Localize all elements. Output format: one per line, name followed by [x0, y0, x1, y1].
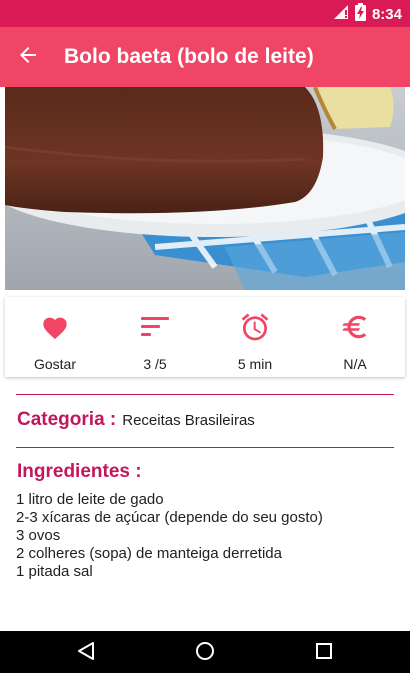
category-heading: Categoria :: [17, 409, 117, 430]
alarm-icon: [239, 311, 271, 343]
list-item: 2 colheres (sopa) de manteiga derretida: [16, 545, 282, 562]
time-stat: 5 min: [205, 297, 305, 377]
list-item: 1 pitada sal: [16, 563, 93, 580]
nav-home-button[interactable]: [191, 639, 219, 667]
arrow-back-icon: [18, 45, 38, 70]
difficulty-stat: 3 /5: [105, 297, 205, 377]
difficulty-label: 3 /5: [143, 356, 167, 372]
system-nav-bar: [0, 631, 410, 673]
divider: [16, 447, 394, 448]
like-label: Gostar: [33, 356, 76, 372]
category-value: Receitas Brasileiras: [122, 412, 255, 429]
app-bar: Bolo baeta (bolo de leite): [0, 27, 410, 87]
status-icons: 8:34: [333, 2, 402, 26]
home-circle-icon: [195, 641, 215, 666]
recipe-stats-card: Gostar 3 /5 5 min N/A: [5, 297, 405, 377]
recents-square-icon: [315, 642, 333, 665]
category-row: Categoria : Receitas Brasileiras: [17, 409, 255, 431]
back-triangle-icon: [76, 641, 96, 666]
sort-icon: [139, 311, 171, 343]
ingredients-heading: Ingredientes :: [17, 461, 142, 482]
list-item: 1 litro de leite de gado: [16, 491, 164, 508]
price-stat: N/A: [305, 297, 405, 377]
battery-charging-icon: [354, 2, 366, 26]
price-label: N/A: [343, 356, 367, 372]
like-button[interactable]: Gostar: [5, 297, 105, 377]
nav-recents-button[interactable]: [310, 639, 338, 667]
heart-icon: [39, 311, 71, 343]
nav-back-button[interactable]: [72, 639, 100, 667]
page-title: Bolo baeta (bolo de leite): [64, 45, 314, 68]
time-label: 5 min: [237, 356, 273, 372]
back-button[interactable]: [10, 39, 46, 75]
recipe-photo: [5, 87, 405, 290]
list-item: 2-3 xícaras de açúcar (depende do seu go…: [16, 509, 323, 526]
list-item: 3 ovos: [16, 527, 61, 544]
signal-icon: [333, 4, 349, 25]
status-bar: 8:34: [0, 0, 410, 27]
euro-icon: [339, 311, 371, 343]
ingredients-list: 1 litro de leite de gado 2-3 xícaras de …: [16, 491, 323, 581]
divider: [16, 394, 394, 395]
status-time: 8:34: [371, 5, 402, 23]
